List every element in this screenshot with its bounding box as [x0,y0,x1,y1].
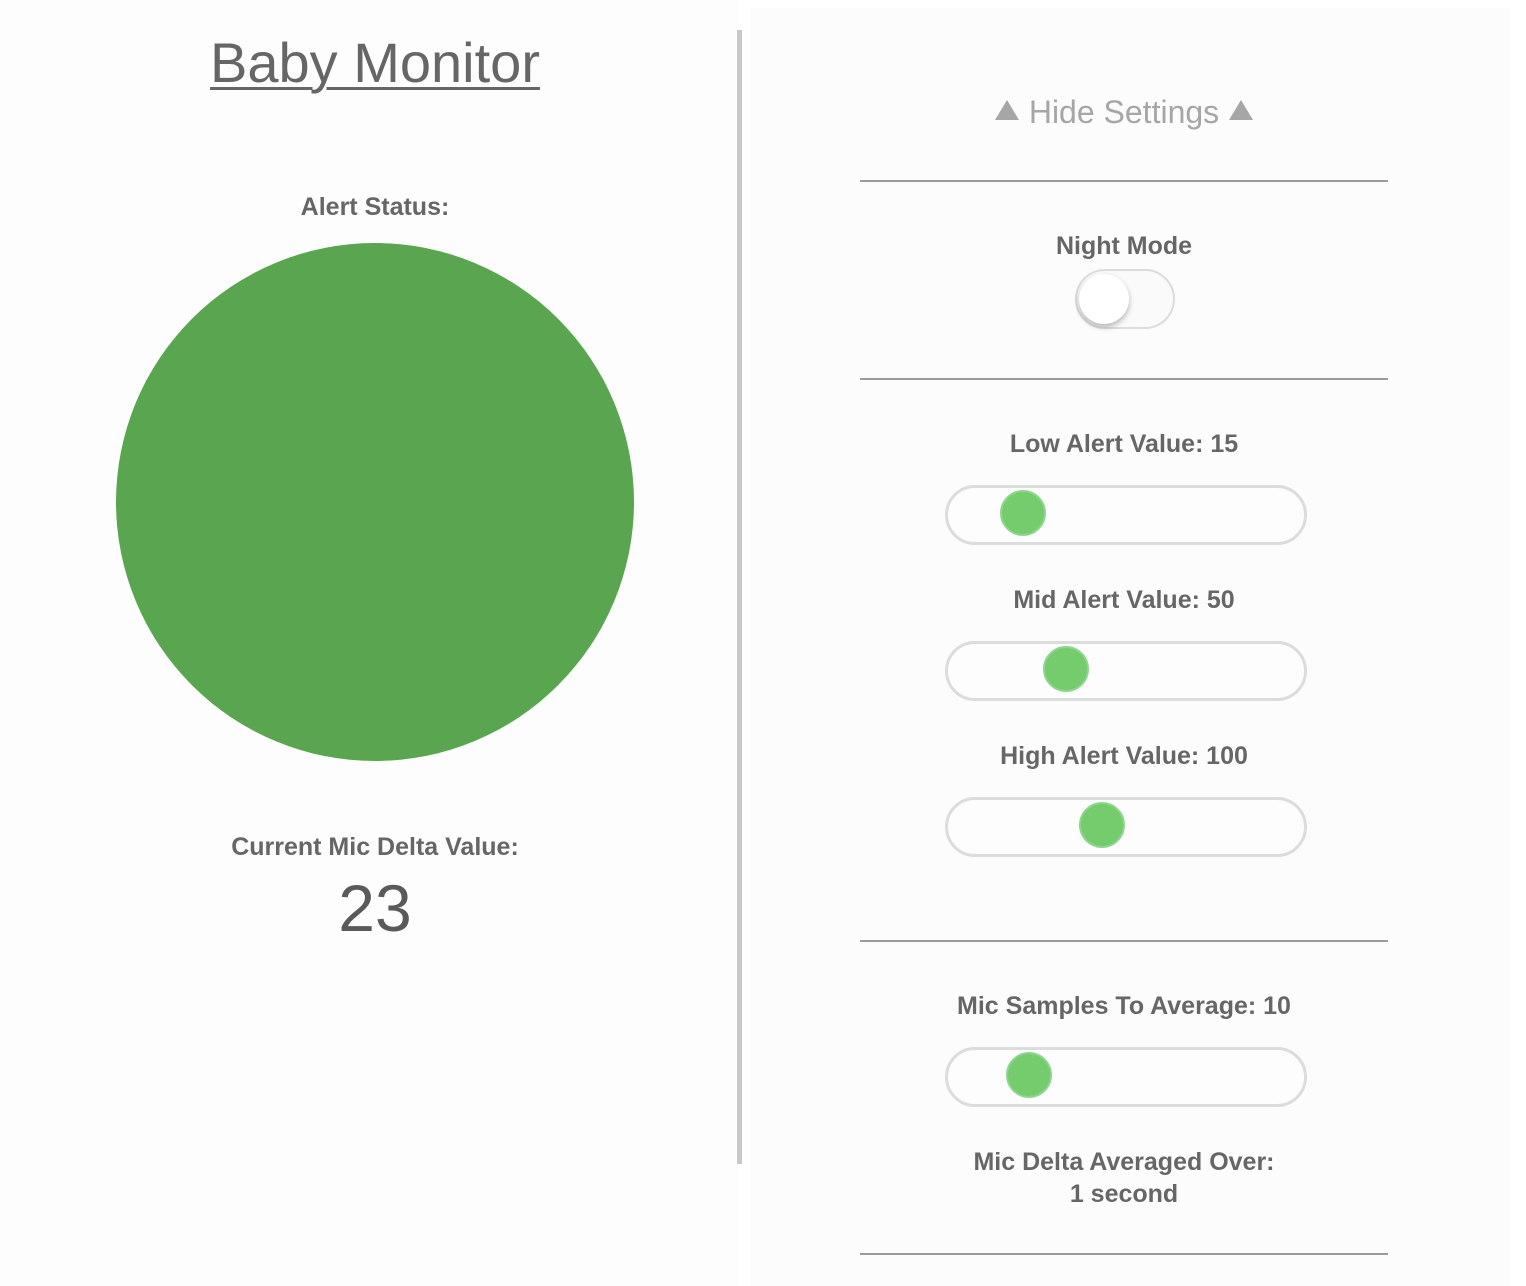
slider-thumb[interactable] [1042,646,1089,692]
averaged-over-label: Mic Delta Averaged Over: [973,1148,1275,1176]
mid-alert-slider[interactable] [945,641,1307,701]
triangle-up-icon [1229,100,1254,120]
slider-thumb[interactable] [1006,1052,1053,1098]
mic-samples-label: Mic Samples To Average: 10 [957,992,1291,1020]
mid-alert-label: Mid Alert Value: 50 [1013,586,1235,614]
slider-thumb[interactable] [1078,802,1125,848]
hide-settings-label: Hide Settings [1028,94,1220,130]
low-alert-slider[interactable] [945,485,1307,545]
divider-line [860,1253,1388,1255]
night-mode-switch[interactable] [1075,269,1175,329]
low-alert-label: Low Alert Value: 15 [1009,430,1239,458]
alert-status-label: Alert Status: [300,193,450,221]
hide-settings-toggle[interactable]: Hide Settings [860,94,1388,131]
night-mode-label: Night Mode [1055,232,1193,260]
mic-samples-slider[interactable] [945,1047,1307,1107]
divider-line [860,180,1388,182]
slider-thumb[interactable] [1000,490,1047,536]
averaged-over-value: 1 second [1069,1180,1179,1208]
triangle-up-icon [994,100,1019,120]
divider-line [860,940,1388,942]
high-alert-label: High Alert Value: 100 [1000,742,1248,770]
switch-knob [1079,274,1129,324]
page-title[interactable]: Baby Monitor [0,30,750,95]
alert-status-indicator [116,243,634,761]
divider-line [860,378,1388,380]
high-alert-slider[interactable] [945,797,1307,857]
mic-delta-label: Current Mic Delta Value: [231,833,519,861]
mic-delta-value: 23 [338,871,412,945]
